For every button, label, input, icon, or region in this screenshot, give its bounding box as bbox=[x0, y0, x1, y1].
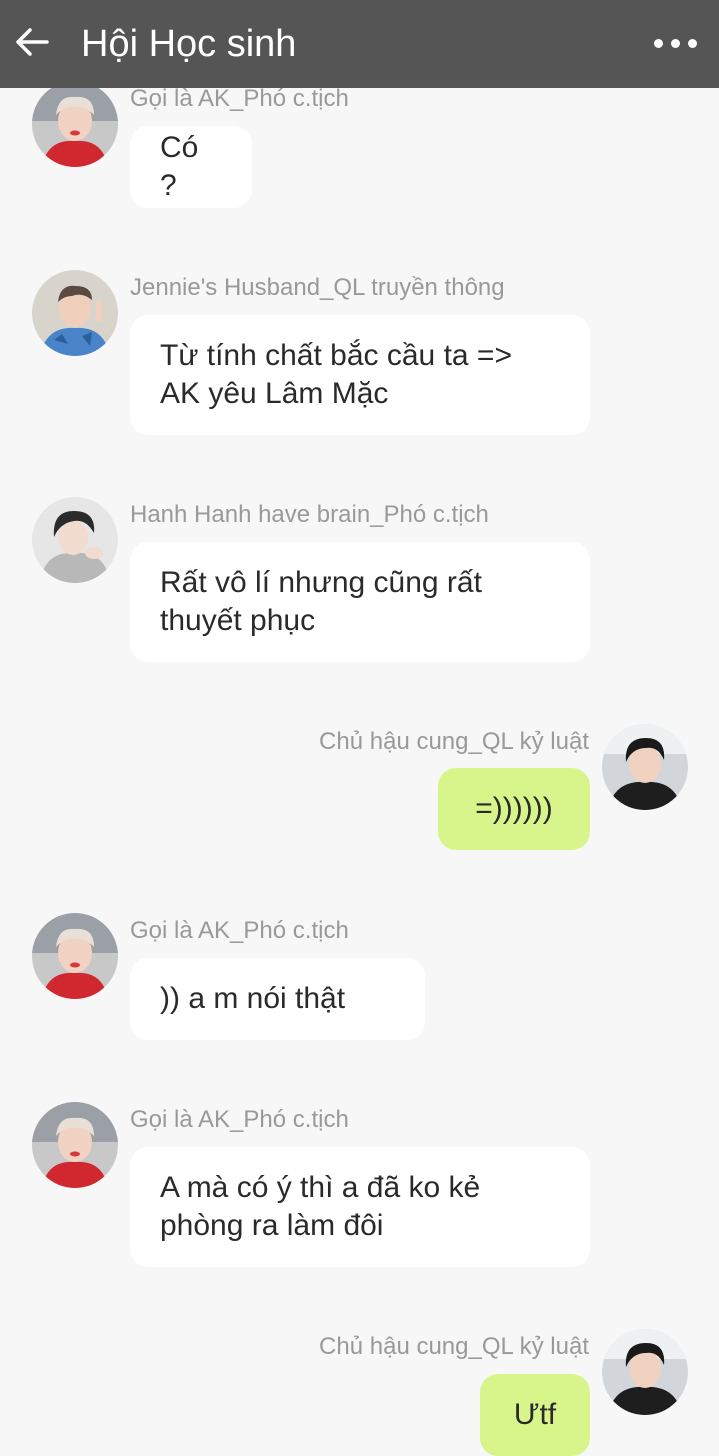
message-line: Ưtf bbox=[513, 1398, 557, 1431]
app-header: Hội Học sinh bbox=[0, 0, 719, 88]
message-line: =)))))) bbox=[475, 792, 553, 825]
sender-name: Gọi là AK_Phó c.tịch bbox=[130, 85, 349, 112]
message-bubble[interactable]: Từ tính chất bắc cầu ta => AK yêu Lâm Mặ… bbox=[130, 315, 590, 435]
message-line: Từ tính chất bắc cầu ta => bbox=[160, 339, 512, 372]
more-horizontal-icon bbox=[653, 38, 663, 48]
avatar-jennies-husband[interactable] bbox=[32, 270, 118, 356]
message-line: phòng ra làm đôi bbox=[160, 1209, 384, 1242]
message-bubble[interactable]: Ưtf bbox=[480, 1374, 590, 1456]
message-line: Có ? bbox=[160, 131, 199, 202]
sender-name: Gọi là AK_Phó c.tịch bbox=[130, 1106, 349, 1133]
avatar-ak[interactable] bbox=[32, 913, 118, 999]
avatar-ak[interactable] bbox=[32, 81, 118, 167]
message-bubble[interactable]: Rất vô lí nhưng cũng rất thuyết phục bbox=[130, 542, 590, 662]
message-bubble[interactable]: )) a m nói thật bbox=[130, 958, 425, 1040]
back-button[interactable] bbox=[10, 20, 54, 64]
more-options-button[interactable] bbox=[649, 26, 701, 60]
message-bubble[interactable]: =)))))) bbox=[438, 768, 590, 850]
sender-name: Gọi là AK_Phó c.tịch bbox=[130, 917, 349, 944]
message-text: =)))))) bbox=[475, 790, 552, 828]
message-text: Rất vô lí nhưng cũng rất thuyết phục bbox=[160, 564, 482, 640]
sender-name: Hanh Hanh have brain_Phó c.tịch bbox=[130, 501, 489, 528]
arrow-left-icon bbox=[16, 28, 49, 56]
avatar-chu-hau-cung[interactable] bbox=[602, 724, 688, 810]
message-text: Từ tính chất bắc cầu ta => AK yêu Lâm Mặ… bbox=[160, 337, 512, 413]
more-dot bbox=[670, 38, 680, 48]
avatar-ak[interactable] bbox=[32, 1102, 118, 1188]
message-bubble[interactable]: A mà có ý thì a đã ko kẻ phòng ra làm đô… bbox=[130, 1147, 590, 1267]
message-text: )) a m nói thật bbox=[160, 980, 345, 1018]
message-bubble[interactable]: Có ? bbox=[130, 126, 252, 208]
avatar-hanh-hanh[interactable] bbox=[32, 497, 118, 583]
message-text: Ưtf bbox=[514, 1396, 556, 1434]
sender-name: Jennie's Husband_QL truyền thông bbox=[130, 274, 505, 301]
message-line: A mà có ý thì a đã ko kẻ bbox=[160, 1171, 481, 1204]
message-line: Rất vô lí nhưng cũng rất bbox=[160, 566, 482, 599]
message-text: Có ? bbox=[160, 129, 222, 205]
sender-name: Chủ hậu cung_QL kỷ luật bbox=[319, 728, 589, 755]
message-line: AK yêu Lâm Mặc bbox=[160, 377, 389, 410]
message-line: thuyết phục bbox=[160, 604, 316, 637]
chat-title: Hội Học sinh bbox=[81, 23, 297, 65]
more-dot bbox=[687, 38, 697, 48]
sender-name: Chủ hậu cung_QL kỷ luật bbox=[319, 1333, 589, 1360]
message-line: )) a m nói thật bbox=[160, 982, 346, 1015]
message-text: A mà có ý thì a đã ko kẻ phòng ra làm đô… bbox=[160, 1169, 480, 1245]
avatar-chu-hau-cung[interactable] bbox=[602, 1329, 688, 1415]
